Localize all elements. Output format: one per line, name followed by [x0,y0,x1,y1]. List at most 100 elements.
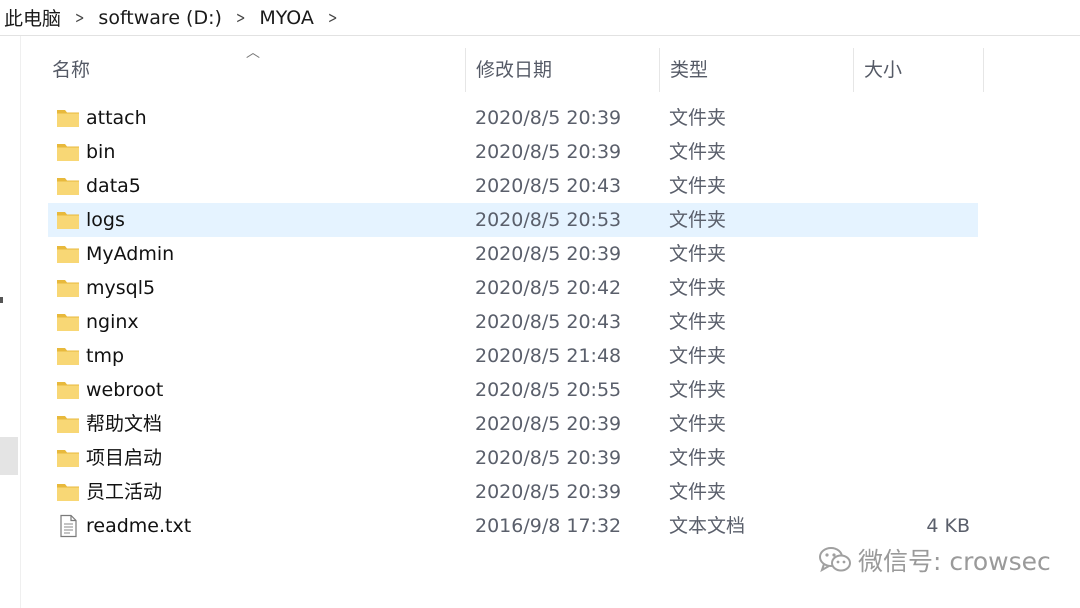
file-type: 文件夹 [669,243,727,265]
file-size [864,237,970,271]
file-type: 文件夹 [669,175,727,197]
file-size [864,441,970,475]
file-row[interactable]: data5 2020/8/5 20:43 文件夹 [48,169,978,203]
file-row[interactable]: 员工活动 2020/8/5 20:39 文件夹 [48,475,978,509]
file-name: 员工活动 [86,481,163,503]
file-name: bin [86,141,116,163]
file-name: nginx [86,311,139,333]
folder-icon [56,446,80,470]
folder-icon [56,480,80,504]
breadcrumb-item-drive[interactable]: software (D:) [92,7,228,29]
file-name: mysql5 [86,277,156,299]
file-type: 文件夹 [669,345,727,367]
folder-icon [56,276,80,300]
file-modified-date: 2016/9/8 17:32 [475,515,622,537]
file-type: 文件夹 [669,277,727,299]
file-row[interactable]: attach 2020/8/5 20:39 文件夹 [48,101,978,135]
watermark: 微信号: crowsec [818,540,1051,580]
folder-icon [56,310,80,334]
file-name: MyAdmin [86,243,175,265]
file-size [864,135,970,169]
file-type: 文件夹 [669,447,727,469]
file-row[interactable]: nginx 2020/8/5 20:43 文件夹 [48,305,978,339]
column-divider[interactable] [659,48,660,92]
file-modified-date: 2020/8/5 20:39 [475,141,622,163]
navigation-pane-selected-item[interactable] [0,437,18,475]
file-type: 文件夹 [669,141,727,163]
breadcrumb-item-folder[interactable]: MYOA [253,7,320,29]
file-row[interactable]: logs 2020/8/5 20:53 文件夹 [48,203,978,237]
file-modified-date: 2020/8/5 20:39 [475,481,622,503]
file-modified-date: 2020/8/5 21:48 [475,345,622,367]
file-list: attach 2020/8/5 20:39 文件夹 bin 2020/8/5 20:39… [48,101,978,543]
file-size [864,407,970,441]
folder-icon [56,412,80,436]
file-row[interactable]: tmp 2020/8/5 21:48 文件夹 [48,339,978,373]
file-name: webroot [86,379,164,401]
file-modified-date: 2020/8/5 20:43 [475,175,622,197]
file-size [864,271,970,305]
file-size [864,203,970,237]
file-size [864,305,970,339]
file-size [864,339,970,373]
file-name: 帮助文档 [86,413,163,435]
folder-icon [56,106,80,130]
wechat-icon [819,547,851,573]
file-size [864,101,970,135]
file-modified-date: 2020/8/5 20:53 [475,209,622,231]
folder-icon [56,140,80,164]
file-name: logs [86,209,125,231]
file-row[interactable]: webroot 2020/8/5 20:55 文件夹 [48,373,978,407]
file-size: 4 KB [926,515,970,537]
column-divider[interactable] [465,48,466,92]
folder-icon [56,242,80,266]
breadcrumb-chevron-icon[interactable]: > [324,8,342,27]
watermark-text: 微信号: crowsec [858,547,1051,576]
folder-icon [56,344,80,368]
file-type: 文件夹 [669,209,727,231]
file-modified-date: 2020/8/5 20:55 [475,379,622,401]
breadcrumb: 此电脑 > software (D:) > MYOA > [0,0,1080,36]
column-header-name[interactable]: 名称 [52,48,90,92]
file-modified-date: 2020/8/5 20:39 [475,413,622,435]
file-name: attach [86,107,147,129]
file-size [864,475,970,509]
file-name: data5 [86,175,141,197]
breadcrumb-chevron-icon[interactable]: > [71,8,89,27]
column-divider[interactable] [853,48,854,92]
file-type: 文件夹 [669,311,727,333]
file-row[interactable]: mysql5 2020/8/5 20:42 文件夹 [48,271,978,305]
navigation-pane-marker [0,297,3,303]
column-header-row: ︿ 名称 修改日期 类型 大小 [40,45,1000,92]
file-type: 文件夹 [669,379,727,401]
folder-icon [56,174,80,198]
file-name: tmp [86,345,125,367]
folder-icon [56,378,80,402]
file-modified-date: 2020/8/5 20:39 [475,243,622,265]
file-row[interactable]: readme.txt 2016/9/8 17:32 文本文档 4 KB [48,509,978,543]
file-name: readme.txt [86,515,192,537]
file-row[interactable]: MyAdmin 2020/8/5 20:39 文件夹 [48,237,978,271]
file-row[interactable]: 项目启动 2020/8/5 20:39 文件夹 [48,441,978,475]
file-type: 文件夹 [669,413,727,435]
file-type: 文本文档 [669,515,746,537]
file-modified-date: 2020/8/5 20:39 [475,107,622,129]
navigation-pane-border [20,36,21,608]
file-row[interactable]: 帮助文档 2020/8/5 20:39 文件夹 [48,407,978,441]
breadcrumb-item-this-pc[interactable]: 此电脑 [0,4,67,31]
text-file-icon [56,514,80,538]
file-modified-date: 2020/8/5 20:43 [475,311,622,333]
file-modified-date: 2020/8/5 20:39 [475,447,622,469]
sort-ascending-icon: ︿ [246,45,260,61]
column-header-date[interactable]: 修改日期 [476,48,552,92]
column-header-type[interactable]: 类型 [670,48,708,92]
file-name: 项目启动 [86,447,163,469]
file-type: 文件夹 [669,481,727,503]
file-type: 文件夹 [669,107,727,129]
column-header-size[interactable]: 大小 [864,48,902,92]
column-divider[interactable] [983,48,984,92]
file-size [864,373,970,407]
file-modified-date: 2020/8/5 20:42 [475,277,622,299]
file-row[interactable]: bin 2020/8/5 20:39 文件夹 [48,135,978,169]
breadcrumb-chevron-icon[interactable]: > [232,8,250,27]
